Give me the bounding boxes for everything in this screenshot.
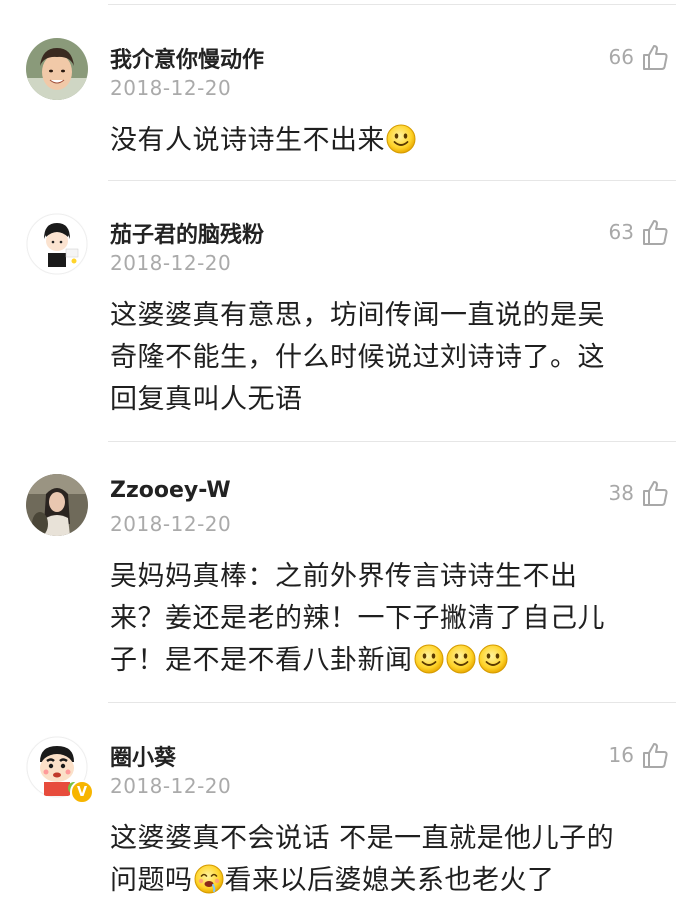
photo-girl-avatar-icon (26, 474, 88, 536)
comment-text: 吴妈妈真棒：之前外界传言诗诗生不出 来？姜还是老的辣！一下子撇清了自己儿 子！是… (110, 556, 660, 682)
smile-emoji-icon (478, 644, 508, 674)
avatar[interactable] (26, 213, 88, 275)
username[interactable]: Zzooey-W (110, 478, 231, 503)
divider (108, 702, 676, 703)
comment-text-line: 没有人说诗诗生不出来 (110, 125, 385, 156)
thumbs-up-icon (640, 478, 670, 508)
avatar[interactable] (26, 38, 88, 100)
divider (108, 441, 676, 442)
comment-date: 2018-12-20 (110, 774, 232, 798)
like-button[interactable]: 63 (609, 217, 670, 247)
comment-text-line: 吴妈妈真棒：之前外界传言诗诗生不出 (110, 561, 578, 592)
comment-text: 这婆婆真有意思，坊间传闻一直说的是吴 奇隆不能生，什么时候说过刘诗诗了。这 回复… (110, 295, 660, 421)
comment-text-line: 子！是不是不看八卦新闻 (110, 640, 660, 682)
drooling-face-emoji-icon (194, 864, 224, 894)
like-button[interactable]: 38 (609, 478, 670, 508)
like-button[interactable]: 66 (609, 42, 670, 72)
like-count: 16 (608, 743, 634, 767)
thumbs-up-icon (640, 42, 670, 72)
smile-emoji-icon (386, 124, 416, 154)
cartoon-boy-avatar-icon (26, 213, 88, 275)
username[interactable]: 茄子君的脑残粉 (110, 217, 264, 249)
comment-text-line: 来？姜还是老的辣！一下子撇清了自己儿 (110, 603, 605, 634)
verified-badge: V (70, 780, 94, 804)
comment-text-line: 奇隆不能生，什么时候说过刘诗诗了。这 (110, 342, 605, 373)
like-button[interactable]: 16 (609, 740, 670, 770)
thumbs-up-icon (640, 217, 670, 247)
comment-text-segment: 问题吗 (110, 865, 193, 896)
divider (108, 180, 676, 181)
comment-date: 2018-12-20 (110, 76, 232, 100)
comment-text-line: 问题吗 看来以后婆媳关系也老火了 (110, 860, 660, 902)
comment-date: 2018-12-20 (110, 251, 232, 275)
avatar[interactable] (26, 474, 88, 536)
like-count: 38 (608, 481, 634, 505)
top-divider (108, 4, 676, 5)
comment-text: 没有人说诗诗生不出来 (110, 120, 660, 162)
like-count: 63 (608, 220, 634, 244)
comment-date: 2018-12-20 (110, 512, 232, 536)
username[interactable]: 圈小葵 (110, 740, 176, 772)
comment-text: 这婆婆真不会说话 不是一直就是他儿子的 问题吗 看来以后婆媳关系也老火了 (110, 818, 660, 902)
comment-text-line: 这婆婆真不会说话 不是一直就是他儿子的 (110, 823, 615, 854)
comment-text-line: 回复真叫人无语 (110, 384, 303, 415)
smile-emoji-icon (414, 644, 444, 674)
like-count: 66 (608, 45, 634, 69)
photo-young-man-avatar-icon (26, 38, 88, 100)
username[interactable]: 我介意你慢动作 (110, 42, 264, 74)
thumbs-up-icon (640, 740, 670, 770)
smile-emoji-icon (446, 644, 476, 674)
comment-text-segment: 子！是不是不看八卦新闻 (110, 645, 413, 676)
comment-text-segment: 看来以后婆媳关系也老火了 (224, 865, 555, 896)
comment-text-line: 这婆婆真有意思，坊间传闻一直说的是吴 (110, 300, 605, 331)
